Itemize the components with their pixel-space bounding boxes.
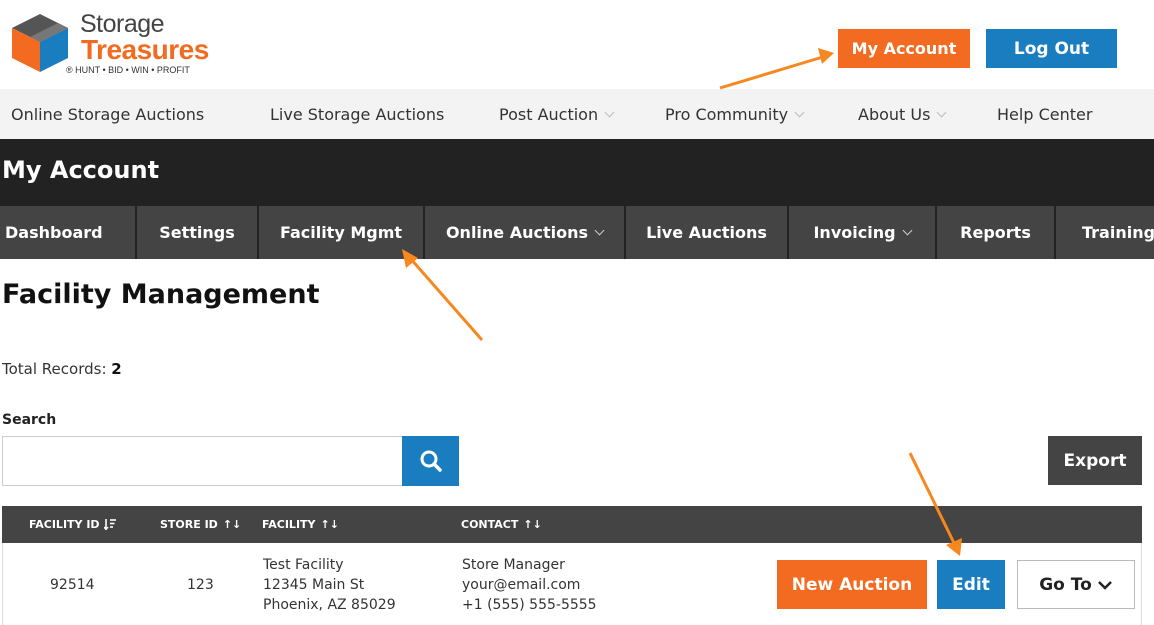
nav-item-label: Pro Community (665, 104, 789, 124)
tab-label: Dashboard (5, 223, 103, 242)
my-account-button[interactable]: My Account (838, 29, 970, 68)
tab-label: Live Auctions (646, 223, 767, 242)
storage-treasures-logo[interactable]: Storage Treasures ® HUNT • BID • WIN • P… (10, 10, 230, 80)
nav-item-label: Live Storage Auctions (270, 104, 445, 124)
chevron-down-icon (604, 107, 615, 117)
column-header-label: FACILITY ID (29, 518, 100, 531)
tab-online-auctions[interactable]: Online Auctions (425, 206, 626, 259)
tab-live-auctions[interactable]: Live Auctions (626, 206, 789, 259)
tab-label: Training (1082, 223, 1154, 242)
tab-label: Settings (159, 223, 235, 242)
tab-label: Invoicing (813, 223, 896, 242)
column-header-contact[interactable]: CONTACT ↑↓ (461, 506, 542, 543)
new-auction-button[interactable]: New Auction (777, 560, 927, 609)
cell-facility-id: 92514 (50, 577, 95, 593)
tab-label: Facility Mgmt (279, 223, 403, 242)
sort-both-icon: ↑↓ (222, 518, 242, 531)
nav-item-label: About Us (858, 104, 931, 124)
tab-reports[interactable]: Reports (937, 206, 1056, 259)
total-records-value: 2 (111, 360, 122, 378)
total-records-label: Total Records: (2, 360, 107, 378)
nav-item-online-storage-auctions[interactable]: Online Storage Auctions (11, 89, 204, 139)
main-nav: Online Storage Auctions Live Storage Auc… (0, 89, 1154, 139)
sort-both-icon: ↑↓ (523, 518, 542, 531)
tab-dashboard[interactable]: Dashboard (0, 206, 137, 259)
facility-name: Test Facility (263, 557, 344, 573)
cell-facility: Test Facility 12345 Main St Phoenix, AZ … (263, 555, 396, 615)
sort-both-icon: ↑↓ (320, 518, 339, 531)
column-header-label: STORE ID (160, 518, 218, 531)
site-header: Storage Treasures ® HUNT • BID • WIN • P… (0, 0, 1154, 89)
account-sub-nav: Dashboard Settings Facility Mgmt Online … (0, 206, 1154, 259)
search-button[interactable] (402, 436, 459, 486)
tab-facility-mgmt[interactable]: Facility Mgmt (259, 206, 425, 259)
goto-label: Go To (1039, 574, 1092, 595)
sort-desc-icon (103, 519, 116, 530)
table-header: FACILITY ID STORE ID ↑↓ FACILITY ↑↓ CONT… (2, 506, 1142, 543)
chevron-down-icon (902, 225, 912, 236)
cell-store-id: 123 (187, 577, 214, 593)
export-button[interactable]: Export (1048, 436, 1142, 485)
column-header-facility-id[interactable]: FACILITY ID (29, 506, 116, 543)
total-records: Total Records: 2 (2, 360, 122, 378)
chevron-down-icon (1097, 580, 1112, 590)
search-icon (420, 450, 442, 472)
facility-city: Phoenix, AZ 85029 (263, 597, 396, 613)
logo-text-treasures: Treasures (81, 34, 209, 65)
page-title: Facility Management (2, 279, 320, 310)
column-header-label: CONTACT (461, 518, 519, 531)
nav-item-about-us[interactable]: About Us (858, 89, 947, 139)
tab-invoicing[interactable]: Invoicing (789, 206, 937, 259)
nav-item-pro-community[interactable]: Pro Community (665, 89, 805, 139)
cell-contact: Store Manager your@email.com +1 (555) 55… (462, 555, 597, 615)
goto-dropdown-button[interactable]: Go To (1017, 560, 1135, 609)
arrow-to-facility-mgmt-icon (402, 249, 484, 341)
chevron-down-icon (594, 225, 605, 236)
logout-button[interactable]: Log Out (986, 29, 1117, 68)
nav-item-label: Help Center (997, 104, 1093, 124)
column-header-facility[interactable]: FACILITY ↑↓ (262, 506, 339, 543)
search-label: Search (2, 412, 57, 428)
edit-button[interactable]: Edit (937, 560, 1005, 609)
nav-item-post-auction[interactable]: Post Auction (499, 89, 615, 139)
tab-settings[interactable]: Settings (137, 206, 259, 259)
contact-email: your@email.com (462, 577, 581, 593)
logo-cube-icon (12, 14, 68, 72)
search-input[interactable] (2, 436, 403, 486)
contact-name: Store Manager (462, 557, 565, 573)
column-header-store-id[interactable]: STORE ID ↑↓ (160, 506, 241, 543)
logo-tagline: ® HUNT • BID • WIN • PROFIT (66, 65, 190, 75)
contact-phone: +1 (555) 555-5555 (462, 597, 597, 613)
tab-training[interactable]: Training (1056, 206, 1154, 259)
nav-item-label: Online Storage Auctions (11, 104, 205, 124)
nav-item-help-center[interactable]: Help Center (997, 89, 1092, 139)
nav-item-label: Post Auction (499, 104, 599, 124)
column-header-label: FACILITY (262, 518, 316, 531)
account-title: My Account (2, 156, 160, 184)
facility-street: 12345 Main St (263, 577, 365, 593)
tab-label: Reports (960, 223, 1031, 242)
nav-item-live-storage-auctions[interactable]: Live Storage Auctions (270, 89, 444, 139)
chevron-down-icon (794, 107, 805, 117)
account-bar: My Account (0, 139, 1154, 206)
chevron-down-icon (936, 107, 947, 117)
tab-label: Online Auctions (445, 223, 589, 242)
